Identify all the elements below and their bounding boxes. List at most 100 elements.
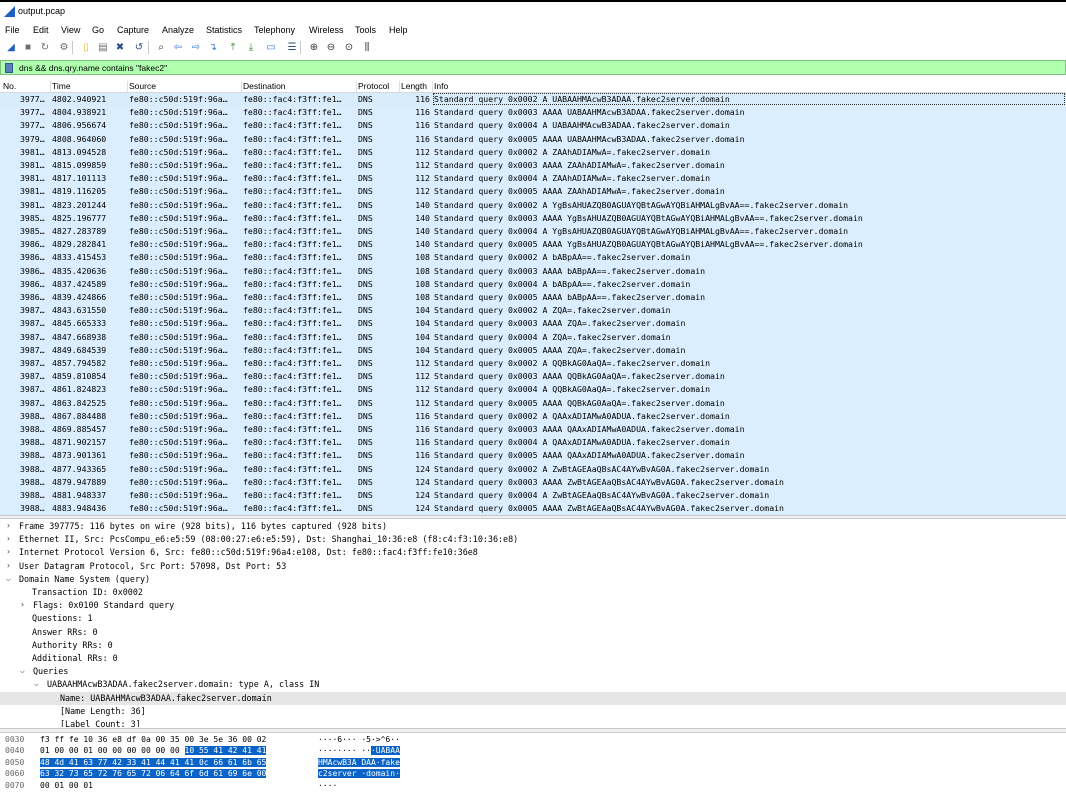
packet-row[interactable]: 3987… 4861.824823 fe80::c50d:519f:96a… fe80…: [0, 383, 1066, 397]
packet-bytes-pane[interactable]: 0030 f3 ff fe 10 36 e8 df 0a 00 35 00 3e …: [0, 734, 1066, 792]
menu-help[interactable]: Help: [389, 25, 408, 35]
menu-capture[interactable]: Capture: [117, 25, 149, 35]
menu-statistics[interactable]: Statistics: [206, 25, 242, 35]
menu-analyze[interactable]: Analyze: [162, 25, 194, 35]
hex-bytes[interactable]: f3 ff fe 10 36 e8 df 0a 00 35 00 3e 5e 3…: [40, 735, 266, 744]
stop-icon[interactable]: ■: [22, 41, 34, 53]
packet-row[interactable]: 3986… 4839.424866 fe80::c50d:519f:96a… fe80…: [0, 291, 1066, 305]
hex-ascii[interactable]: ········ ···UABAA: [318, 746, 400, 756]
collapsed-chevron-icon[interactable]: ›: [20, 600, 30, 609]
collapsed-chevron-icon[interactable]: ›: [6, 547, 16, 556]
packet-row[interactable]: 3988… 4867.884488 fe80::c50d:519f:96a… fe80…: [0, 409, 1066, 423]
hex-bytes[interactable]: 48 4d 41 63 77 42 33 41 44 41 41 0c 66 6…: [40, 757, 267, 767]
filter-bookmark-icon[interactable]: [5, 63, 13, 73]
detail-tree-item[interactable]: Questions: 1: [0, 612, 1066, 625]
expanded-chevron-icon[interactable]: ⌵: [6, 574, 16, 583]
reload-icon[interactable]: ↺: [133, 41, 145, 53]
last-icon[interactable]: ⤓: [245, 41, 257, 53]
packet-row[interactable]: 3981… 4813.094528 fe80::c50d:519f:96a… fe80…: [0, 145, 1066, 159]
colorize-icon[interactable]: ☰: [286, 41, 298, 53]
detail-tree-item[interactable]: ⌵ Domain Name System (query): [0, 573, 1066, 586]
hex-ascii[interactable]: ····6··· ·5·>^6··: [318, 735, 400, 744]
packet-row[interactable]: 3988… 4883.948436 fe80::c50d:519f:96a… fe80…: [0, 502, 1066, 515]
hex-bytes[interactable]: 63 32 73 65 72 76 65 72 06 64 6f 6d 61 6…: [40, 769, 267, 779]
hex-ascii[interactable]: ····: [318, 781, 337, 790]
packet-row[interactable]: 3988… 4881.948337 fe80::c50d:519f:96a… fe80…: [0, 489, 1066, 503]
menu-wireless[interactable]: Wireless: [309, 25, 344, 35]
detail-tree-item[interactable]: › Frame 397775: 116 bytes on wire (928 bi…: [0, 520, 1066, 533]
packet-row[interactable]: 3987… 4843.631550 fe80::c50d:519f:96a… fe80…: [0, 304, 1066, 318]
zoom-reset-icon[interactable]: ⊙: [343, 41, 355, 53]
packet-row[interactable]: 3987… 4847.668938 fe80::c50d:519f:96a… fe80…: [0, 330, 1066, 344]
menu-edit[interactable]: Edit: [33, 25, 49, 35]
goto-icon[interactable]: ↴: [207, 41, 219, 53]
packet-row[interactable]: 3986… 4835.420636 fe80::c50d:519f:96a… fe80…: [0, 264, 1066, 278]
packet-row[interactable]: 3981… 4819.116205 fe80::c50d:519f:96a… fe80…: [0, 185, 1066, 199]
packet-row[interactable]: 3981… 4815.099859 fe80::c50d:519f:96a… fe80…: [0, 159, 1066, 173]
first-icon[interactable]: ⤒: [227, 41, 239, 53]
expanded-chevron-icon[interactable]: ⌵: [34, 679, 44, 688]
zoom-out-icon[interactable]: ⊖: [325, 41, 337, 53]
zoom-in-icon[interactable]: ⊕: [308, 41, 320, 53]
packet-row[interactable]: 3987… 4863.842525 fe80::c50d:519f:96a… fe80…: [0, 396, 1066, 410]
back-icon[interactable]: ⇦: [172, 41, 184, 53]
packet-row[interactable]: 3981… 4817.101113 fe80::c50d:519f:96a… fe80…: [0, 172, 1066, 186]
detail-tree-item[interactable]: Authority RRs: 0: [0, 639, 1066, 652]
menu-view[interactable]: View: [61, 25, 80, 35]
packet-row[interactable]: 3988… 4871.902157 fe80::c50d:519f:96a… fe80…: [0, 436, 1066, 450]
column-header-time[interactable]: Time: [52, 81, 128, 93]
display-filter-input[interactable]: dns && dns.qry.name contains "fakec2": [19, 63, 167, 73]
autoscroll-icon[interactable]: ▭: [265, 41, 277, 53]
resize-columns-icon[interactable]: ⫼: [361, 41, 373, 53]
packet-row[interactable]: 3986… 4833.415453 fe80::c50d:519f:96a… fe80…: [0, 251, 1066, 265]
hex-ascii[interactable]: c2server ·domain·: [318, 769, 400, 779]
packet-row[interactable]: 3988… 4869.885457 fe80::c50d:519f:96a… fe80…: [0, 423, 1066, 437]
detail-tree-item[interactable]: ⌵ UABAAHMAcwB3ADAA.fakec2server.domain: t…: [0, 678, 1066, 691]
detail-tree-item[interactable]: › Internet Protocol Version 6, Src: fe80:…: [0, 546, 1066, 559]
column-header-protocol[interactable]: Protocol: [358, 81, 400, 93]
column-header-source[interactable]: Source: [129, 81, 242, 93]
packet-row[interactable]: 3986… 4837.424589 fe80::c50d:519f:96a… fe80…: [0, 277, 1066, 291]
restart-icon[interactable]: ↻: [39, 41, 51, 53]
column-header-destination[interactable]: Destination: [243, 81, 357, 93]
detail-tree-item[interactable]: [Name Length: 36]: [0, 705, 1066, 718]
collapsed-chevron-icon[interactable]: ›: [6, 534, 16, 543]
forward-icon[interactable]: ⇨: [190, 41, 202, 53]
packet-row[interactable]: 3988… 4873.901361 fe80::c50d:519f:96a… fe80…: [0, 449, 1066, 463]
packet-row[interactable]: 3977… 4804.938921 fe80::c50d:519f:96a… fe80…: [0, 106, 1066, 120]
column-header-length[interactable]: Length: [401, 81, 433, 93]
open-icon[interactable]: ▯: [80, 41, 92, 53]
close-file-icon[interactable]: ✖: [114, 41, 126, 53]
detail-tree-item[interactable]: › Flags: 0x0100 Standard query: [0, 599, 1066, 612]
column-header-info[interactable]: Info: [434, 81, 1054, 93]
packet-details-tree[interactable]: › Frame 397775: 116 bytes on wire (928 bi…: [0, 519, 1066, 727]
expanded-chevron-icon[interactable]: ⌵: [20, 666, 30, 675]
menu-telephony[interactable]: Telephony: [254, 25, 295, 35]
detail-tree-item[interactable]: Additional RRs: 0: [0, 652, 1066, 665]
detail-tree-item[interactable]: Answer RRs: 0: [0, 626, 1066, 639]
collapsed-chevron-icon[interactable]: ›: [6, 561, 16, 570]
packet-list[interactable]: No. Time Source Destination Protocol Len…: [0, 79, 1066, 515]
packet-row[interactable]: 3981… 4823.201244 fe80::c50d:519f:96a… fe80…: [0, 198, 1066, 212]
packet-row[interactable]: 3977… 4802.940921 fe80::c50d:519f:96a… fe80…: [0, 93, 1066, 107]
packet-row[interactable]: 3979… 4808.964060 fe80::c50d:519f:96a… fe80…: [0, 132, 1066, 146]
options-icon[interactable]: ⚙: [58, 41, 70, 53]
packet-row[interactable]: 3988… 4877.943365 fe80::c50d:519f:96a… fe80…: [0, 462, 1066, 476]
packet-row[interactable]: 3988… 4879.947889 fe80::c50d:519f:96a… fe80…: [0, 475, 1066, 489]
detail-tree-item[interactable]: › User Datagram Protocol, Src Port: 57098…: [0, 560, 1066, 573]
detail-tree-item[interactable]: [Label Count: 3]: [0, 718, 1066, 727]
detail-tree-item[interactable]: Transaction ID: 0x0002: [0, 586, 1066, 599]
detail-tree-item[interactable]: Name: UABAAHMAcwB3ADAA.fakec2server.doma…: [0, 691, 1066, 705]
display-filter-bar[interactable]: dns && dns.qry.name contains "fakec2": [0, 60, 1066, 75]
find-icon[interactable]: ⌕: [155, 41, 167, 53]
packet-row[interactable]: 3987… 4859.810854 fe80::c50d:519f:96a… fe80…: [0, 370, 1066, 384]
packet-row[interactable]: 3987… 4845.665333 fe80::c50d:519f:96a… fe80…: [0, 317, 1066, 331]
shark-start-icon[interactable]: ◢: [5, 41, 17, 53]
packet-row[interactable]: 3986… 4829.282841 fe80::c50d:519f:96a… fe80…: [0, 238, 1066, 252]
column-header-no[interactable]: No.: [3, 81, 51, 93]
packet-row[interactable]: 3985… 4827.283789 fe80::c50d:519f:96a… fe80…: [0, 225, 1066, 239]
collapsed-chevron-icon[interactable]: ›: [6, 521, 16, 530]
menu-go[interactable]: Go: [92, 25, 104, 35]
packet-row[interactable]: 3985… 4825.196777 fe80::c50d:519f:96a… fe80…: [0, 211, 1066, 225]
save-icon[interactable]: ▤: [97, 41, 109, 53]
